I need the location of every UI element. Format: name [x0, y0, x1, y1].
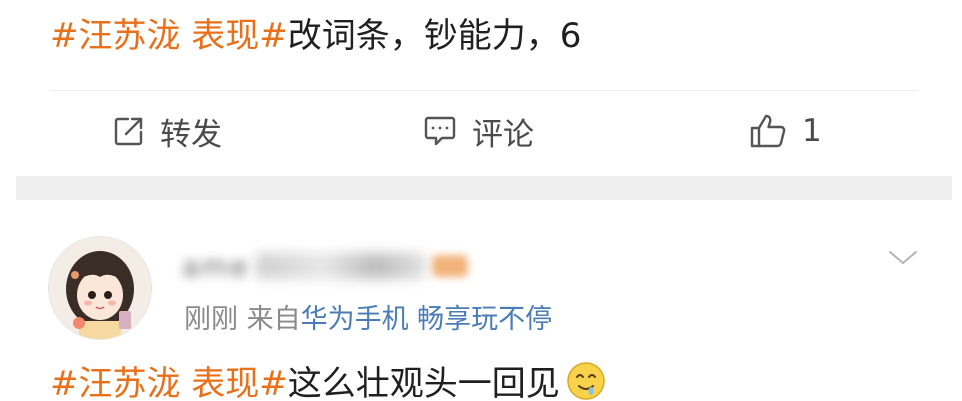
like-count: 1 — [802, 113, 822, 149]
repost-button[interactable]: 转发 — [112, 108, 222, 154]
comment-text: #汪苏泷 表现#这么壮观头一回见 — [50, 360, 606, 401]
comment-bubble-icon — [422, 114, 458, 148]
comment-body: 这么壮观头一回见 — [287, 364, 560, 401]
like-button[interactable]: 1 — [748, 108, 822, 154]
member-badge-icon — [431, 255, 468, 277]
hashtag-link[interactable]: #汪苏泷 表现# — [50, 16, 288, 56]
section-separator — [16, 176, 952, 200]
post-meta: 刚刚 来自华为手机 畅享玩不停 — [184, 303, 552, 337]
repost-label: 转发 — [160, 116, 222, 153]
weibo-feed: #汪苏泷 表现#改词条，钞能力，6 转发 评论 1 ame 刚刚 来自华为手机 … — [0, 0, 962, 401]
comment-button[interactable]: 评论 — [422, 108, 534, 154]
post-text: #汪苏泷 表现#改词条，钞能力，6 — [50, 12, 581, 60]
post-body: 改词条，钞能力，6 — [287, 16, 582, 56]
post-time: 刚刚 — [184, 304, 238, 335]
username[interactable]: ame — [182, 248, 468, 284]
hashtag-link[interactable]: #汪苏泷 表现# — [50, 364, 288, 401]
thumbs-up-icon — [748, 112, 788, 150]
drooling-face-emoji — [566, 361, 606, 401]
username-redacted — [255, 253, 426, 279]
comment-label: 评论 — [472, 116, 534, 153]
username-text: ame — [182, 249, 250, 283]
device-link[interactable]: 华为手机 畅享玩不停 — [301, 304, 553, 335]
avatar[interactable] — [48, 236, 152, 340]
source-prefix: 来自 — [246, 304, 301, 335]
divider — [50, 90, 918, 91]
chevron-down-icon[interactable] — [886, 246, 920, 272]
share-box-icon — [112, 114, 146, 148]
